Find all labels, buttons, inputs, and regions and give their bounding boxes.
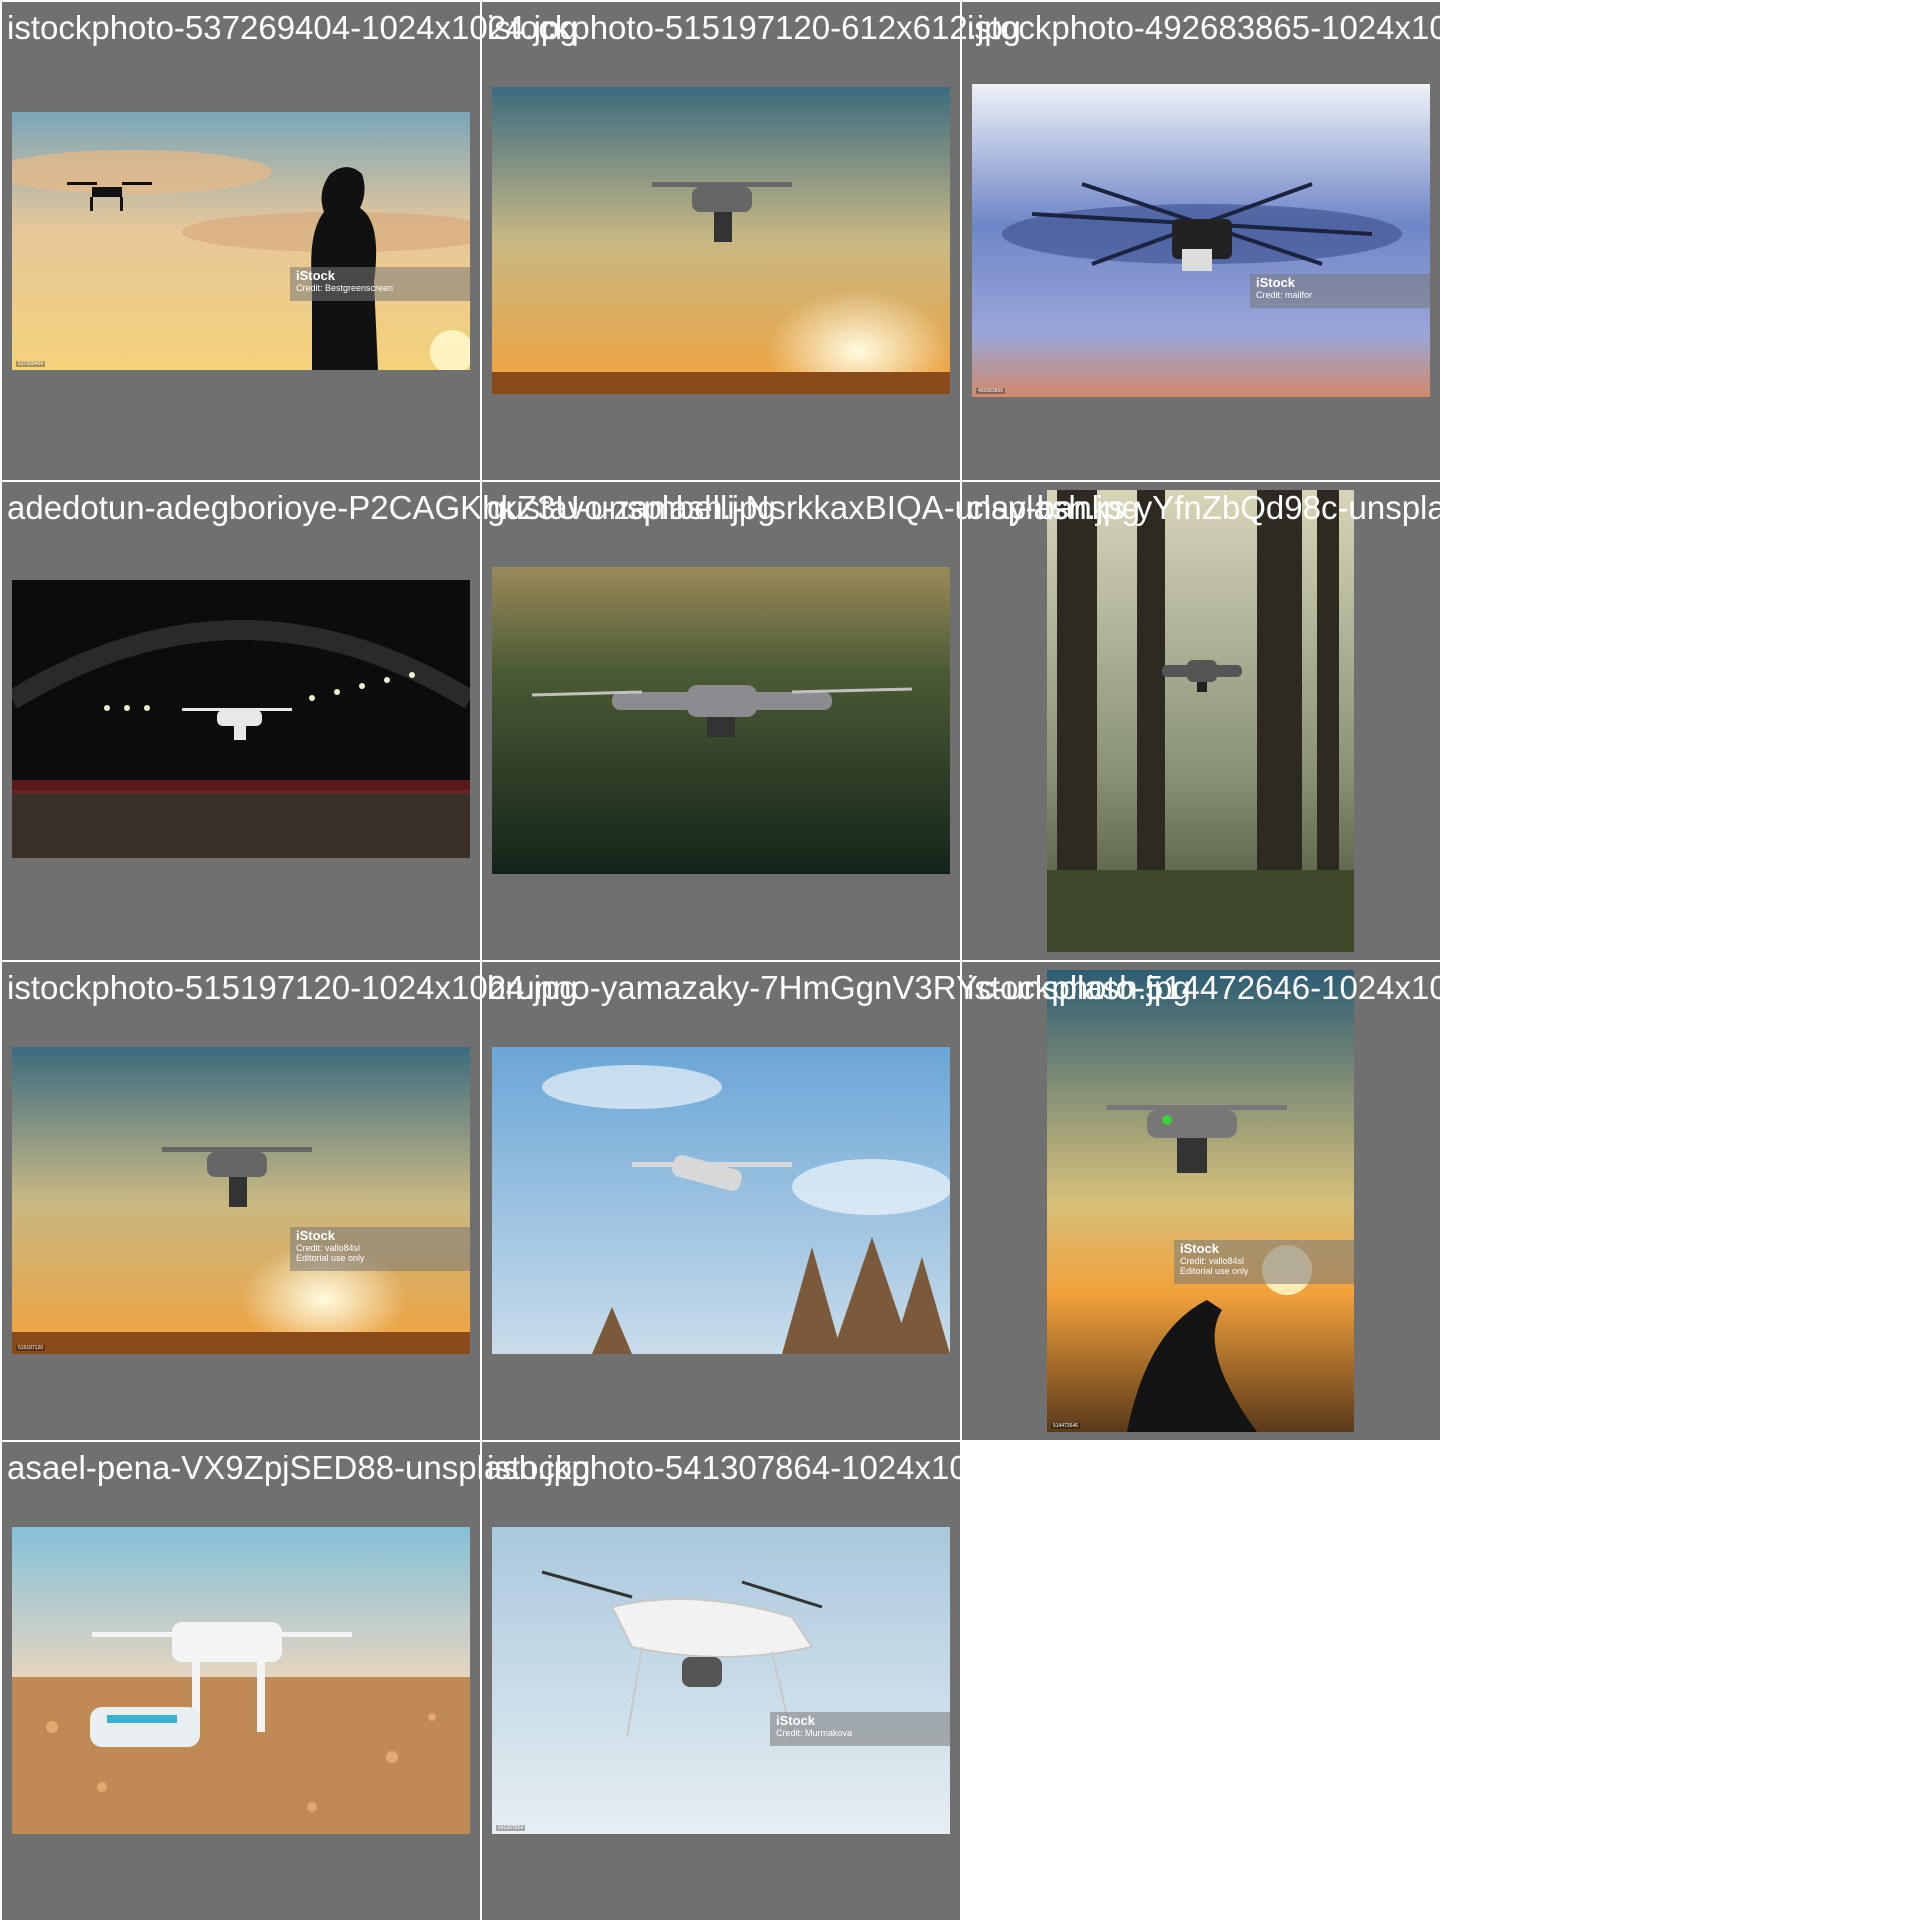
stock-id-label: 514472646 — [1051, 1423, 1081, 1429]
thumbnail-cell[interactable]: brunno-yamazaky-7HmGgnV3RYc-unsplash.jpg — [482, 962, 1191, 1440]
quadcopter-sunset-photo — [12, 1047, 470, 1354]
thumbnail-cell[interactable]: iStock Credit: mailfor 492683865 istockp… — [962, 2, 1538, 480]
filename-label: istockphoto-541307864-1024x1024.jpg — [487, 1449, 1058, 1486]
thumbnail-cell[interactable]: asael-pena-VX9ZpjSED88-unsplash.jpg — [2, 1442, 590, 1920]
thumbnail-cell[interactable]: iStock Credit: vallo84sl Editorial use o… — [962, 962, 1538, 1440]
thumbnail-image[interactable] — [12, 1527, 470, 1834]
octocopter-photo — [972, 84, 1430, 397]
thumbnail-cell[interactable]: clay-banks-yYfnZbQd98c-unsplash.jpg — [962, 482, 1534, 960]
thumbnail-image[interactable]: iStock Credit: Murmakova 541307864 — [492, 1527, 950, 1834]
watermark: iStock Credit: mailfor — [1250, 274, 1430, 308]
sunset-silhouette-photo — [12, 112, 470, 370]
thumbnail-grid: iStock Credit: Bestgreenscreen 537269404… — [0, 0, 1920, 1920]
thumbnail-image[interactable]: iStock Credit: Bestgreenscreen 537269404 — [12, 112, 470, 370]
thumbnail-image[interactable]: iStock Credit: vallo84sl Editorial use o… — [12, 1047, 470, 1354]
thumbnail-image[interactable] — [492, 1047, 950, 1354]
forest-drone-photo — [1047, 490, 1354, 952]
thumbnail-cell[interactable]: gustavo-zambelli-NsrkkaxBIQA-unsplash.jp… — [482, 482, 1140, 960]
foldable-drone-photo — [492, 567, 950, 874]
thumbnail-cell[interactable]: iStock Credit: Murmakova 541307864 istoc… — [482, 1442, 1058, 1920]
mini-drone-photo — [492, 1047, 950, 1354]
stock-id-label: 541307864 — [496, 1825, 526, 1831]
thumbnail-image[interactable]: iStock Credit: vallo84sl Editorial use o… — [1047, 970, 1354, 1432]
thumbnail-image[interactable] — [492, 87, 950, 394]
thumbnail-image[interactable]: iStock Credit: mailfor 492683865 — [972, 84, 1430, 397]
watermark: iStock Credit: Bestgreenscreen — [290, 267, 470, 301]
thumbnail-cell[interactable]: istockphoto-515197120-612x612.jpg — [482, 2, 1021, 480]
stock-id-label: 537269404 — [16, 361, 46, 367]
stock-id-label: 492683865 — [976, 388, 1006, 394]
hangar-drone-photo — [12, 580, 470, 858]
thumbnail-cell[interactable]: iStock Credit: Bestgreenscreen 537269404… — [2, 2, 578, 480]
filename-label: istockphoto-515197120-612x612.jpg — [487, 9, 1021, 46]
white-drone-sky-photo — [492, 1527, 950, 1834]
quadcopter-sunset-photo — [492, 87, 950, 394]
watermark: iStock Credit: Murmakova — [770, 1712, 950, 1746]
watermark: iStock Credit: vallo84sl Editorial use o… — [1174, 1240, 1354, 1284]
thumbnail-image[interactable] — [1047, 490, 1354, 952]
hand-drone-sunset-photo — [1047, 970, 1354, 1432]
thumbnail-cell[interactable]: adedotun-adegborioye-P2CAGKhkZ3U-unsplas… — [2, 482, 776, 960]
thumbnail-image[interactable] — [492, 567, 950, 874]
thumbnail-image[interactable] — [12, 580, 470, 858]
watermark: iStock Credit: vallo84sl Editorial use o… — [290, 1227, 470, 1271]
pebble-beach-drone-photo — [12, 1527, 470, 1834]
stock-id-label: 515197120 — [16, 1345, 46, 1351]
filename-label: istockphoto-492683865-1024x1024.jpg — [967, 9, 1538, 46]
thumbnail-cell[interactable]: iStock Credit: vallo84sl Editorial use o… — [2, 962, 578, 1440]
